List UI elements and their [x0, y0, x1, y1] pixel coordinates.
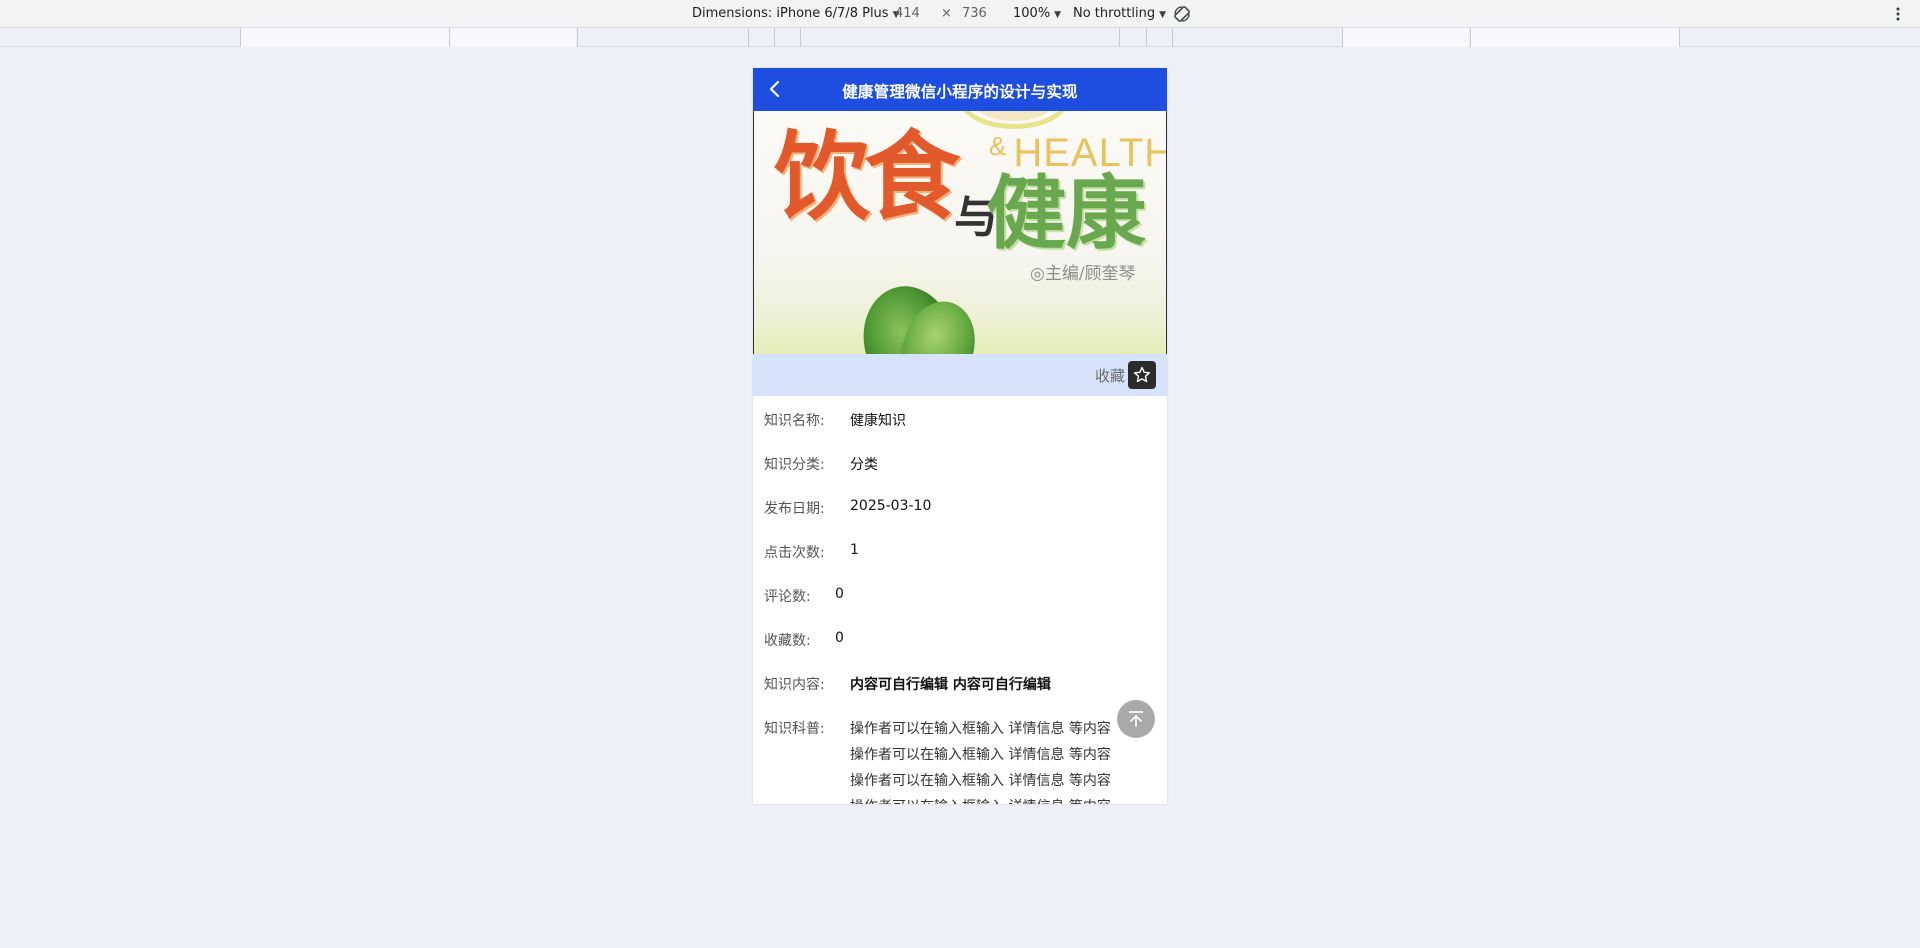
page-title: 健康管理微信小程序的设计与实现 [842, 83, 1078, 101]
detail-row-clicks: 点击次数: 1 [753, 528, 1167, 572]
detail-label: 知识科普: [764, 721, 825, 737]
detail-label: 知识分类: [764, 457, 825, 473]
times-sign: × [941, 6, 952, 21]
detail-row-date: 发布日期: 2025-03-10 [753, 484, 1167, 528]
popular-line: 操作者可以在输入框输入 详情信息 等内容 [850, 721, 1111, 737]
plate-rim-shape [959, 111, 1069, 129]
rotate-icon[interactable] [1173, 5, 1191, 23]
zoom-select[interactable]: 100% ▼ [1013, 6, 1061, 21]
arrow-up-to-top-icon [1129, 711, 1143, 727]
back-to-top-button[interactable] [1117, 700, 1155, 738]
knowledge-details: 知识名称: 健康知识 知识分类: 分类 发布日期: 2025-03-10 点击次… [753, 396, 1167, 804]
cover-editor: ◎主编/顾奎琴 [1030, 264, 1136, 284]
detail-row-comments: 评论数: 0 [753, 572, 1167, 616]
detail-label: 知识内容: [764, 677, 825, 693]
detail-value: 2025-03-10 [850, 498, 932, 514]
favorite-bar: 收藏 [753, 354, 1167, 396]
detail-value: 1 [850, 542, 859, 558]
detail-value: 0 [835, 586, 844, 602]
navigation-bar: 健康管理微信小程序的设计与实现 [753, 68, 1167, 111]
zoom-value: 100% [1013, 6, 1051, 21]
detail-row-popular: 知识科普: 操作者可以在输入框输入 详情信息 等内容 操作者可以在输入框输入 详… [753, 704, 1167, 804]
more-options-icon[interactable] [1893, 5, 1903, 23]
cover-ampersand: & [989, 131, 1008, 161]
detail-row-name: 知识名称: 健康知识 [753, 396, 1167, 440]
popular-line: 操作者可以在输入框输入 详情信息 等内容 [850, 773, 1111, 789]
devtools-device-toolbar: Dimensions: iPhone 6/7/8 Plus ▼ 414 × 736… [0, 0, 1920, 28]
cover-title-part2: 健康 [986, 166, 1146, 260]
chevron-down-icon: ▼ [1159, 10, 1166, 20]
popular-text: 操作者可以在输入框输入 详情信息 等内容 操作者可以在输入框输入 详情信息 等内… [850, 718, 1150, 804]
detail-value: 内容可自行编辑 内容可自行编辑 [850, 677, 1051, 693]
mobile-viewport: 健康管理微信小程序的设计与实现 & HEALTH 饮食 与 健康 ◎主编/顾奎琴 … [753, 68, 1167, 804]
chevron-down-icon: ▼ [1054, 10, 1062, 20]
detail-label: 知识名称: [764, 413, 825, 429]
star-icon [1133, 366, 1151, 383]
throttling-value: No throttling [1073, 6, 1156, 21]
favorite-label[interactable]: 收藏 [1095, 365, 1125, 386]
device-select[interactable]: Dimensions: iPhone 6/7/8 Plus ▼ [692, 6, 900, 21]
favorite-button[interactable] [1128, 361, 1156, 389]
detail-label: 评论数: [764, 589, 811, 605]
detail-row-content: 知识内容: 内容可自行编辑 内容可自行编辑 [753, 660, 1167, 704]
media-query-ruler [0, 28, 1920, 47]
detail-value: 0 [835, 630, 844, 646]
popular-line: 操作者可以在输入框输入 详情信息 等内容 [850, 747, 1111, 763]
detail-label: 发布日期: [764, 501, 825, 517]
detail-value: 分类 [850, 457, 878, 473]
device-name: Dimensions: iPhone 6/7/8 Plus [692, 6, 889, 21]
height-input[interactable]: 736 [962, 6, 987, 21]
detail-label: 收藏数: [764, 633, 811, 649]
cover-title-part1: 饮食 [774, 120, 960, 233]
detail-value: 健康知识 [850, 413, 906, 429]
detail-label: 点击次数: [764, 545, 825, 561]
detail-row-category: 知识分类: 分类 [753, 440, 1167, 484]
width-input[interactable]: 414 [895, 6, 920, 21]
cover-image: & HEALTH 饮食 与 健康 ◎主编/顾奎琴 [753, 111, 1167, 354]
detail-row-collects: 收藏数: 0 [753, 616, 1167, 660]
popular-line: 操作者可以在输入框输入 详情信息 等内容 [850, 796, 1150, 804]
throttling-select[interactable]: No throttling ▼ [1073, 6, 1166, 21]
